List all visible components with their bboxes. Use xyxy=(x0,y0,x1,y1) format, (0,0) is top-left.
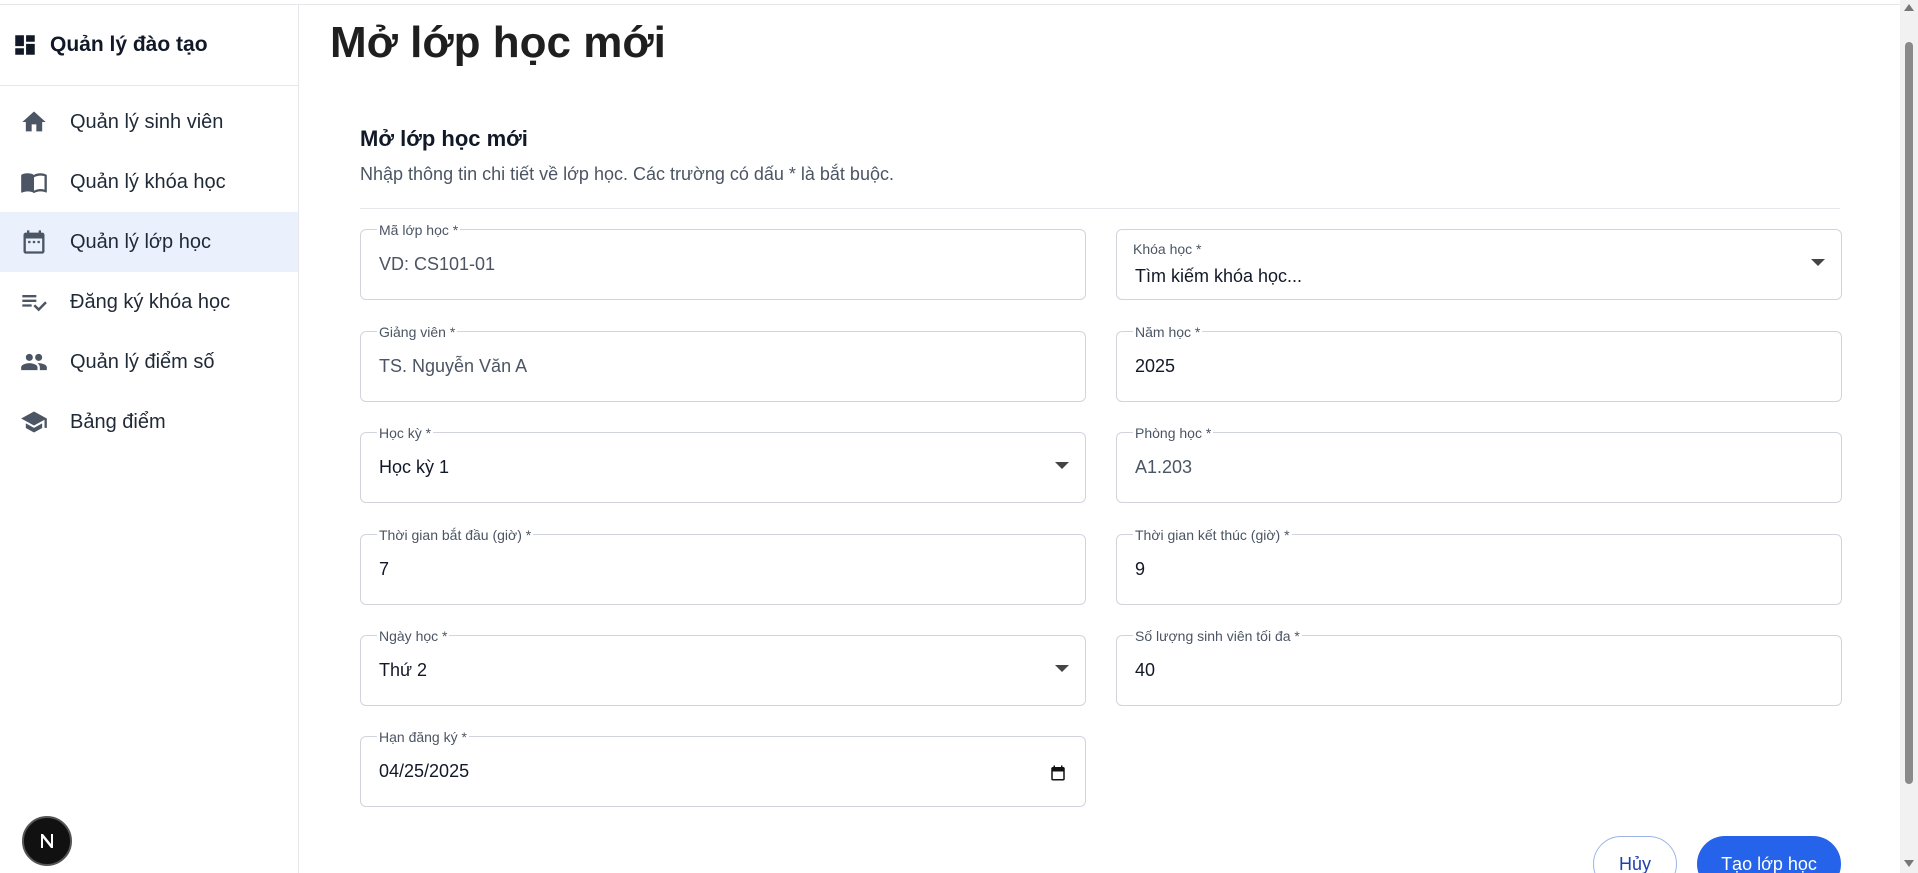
start-time-field[interactable]: Thời gian bắt đầu (giờ) * 7 xyxy=(360,527,1086,605)
field-label: Thời gian kết thúc (giờ) * xyxy=(1133,527,1292,543)
form-description: Nhập thông tin chi tiết về lớp học. Các … xyxy=(360,164,894,184)
field-label: Số lượng sinh viên tối đa * xyxy=(1133,628,1302,644)
deadline-date-field[interactable]: Hạn đăng ký * 04/25/2025 xyxy=(360,729,1086,807)
class-code-field[interactable]: Mã lớp học * VD: CS101-01 xyxy=(360,222,1086,300)
form-title: Mở lớp học mới xyxy=(360,126,528,151)
devtools-badge[interactable] xyxy=(22,816,72,866)
year-value: 2025 xyxy=(1135,356,1176,376)
sidebar: Quản lý đào tạo Quản lý sinh viên Quản l… xyxy=(0,5,299,873)
field-label: Thời gian bắt đầu (giờ) * xyxy=(377,527,534,543)
sidebar-brand[interactable]: Quản lý đào tạo xyxy=(0,5,298,86)
field-label: Ngày học * xyxy=(377,628,450,644)
semester-value: Học kỳ 1 xyxy=(379,457,450,477)
start-time-value: 7 xyxy=(379,559,390,579)
home-icon xyxy=(20,108,48,136)
chevron-down-icon xyxy=(1055,462,1069,469)
field-label: Hạn đăng ký * xyxy=(377,729,469,745)
divider xyxy=(360,208,1840,209)
year-field[interactable]: Năm học * 2025 xyxy=(1116,324,1842,402)
sidebar-item-students[interactable]: Quản lý sinh viên xyxy=(0,92,298,152)
chevron-down-icon xyxy=(1055,665,1069,672)
sidebar-item-grades[interactable]: Quản lý điểm số xyxy=(0,332,298,392)
field-label: Mã lớp học * xyxy=(377,222,461,238)
course-search-placeholder: Tìm kiếm khóa học... xyxy=(1135,266,1303,286)
calendar-icon xyxy=(20,228,48,256)
scroll-down-arrow-icon[interactable] xyxy=(1904,860,1914,867)
sidebar-item-label: Quản lý khóa học xyxy=(70,170,226,193)
sidebar-item-transcript[interactable]: Bảng điểm xyxy=(0,392,298,452)
field-label: Năm học * xyxy=(1133,324,1203,340)
create-class-button[interactable]: Tạo lớp học xyxy=(1697,836,1841,873)
day-select[interactable]: Ngày học * Thứ 2 xyxy=(360,628,1086,706)
dashboard-icon xyxy=(12,32,38,58)
sidebar-item-label: Quản lý điểm số xyxy=(70,350,215,373)
course-search-field[interactable]: Khóa học * Tìm kiếm khóa học... xyxy=(1116,229,1842,300)
max-students-value: 40 xyxy=(1135,660,1156,680)
lecturer-field[interactable]: Giảng viên * TS. Nguyễn Văn A xyxy=(360,324,1086,402)
field-label: Học kỳ * xyxy=(377,425,434,441)
sidebar-item-classes[interactable]: Quản lý lớp học xyxy=(0,212,298,272)
field-label: Khóa học * xyxy=(1133,241,1202,257)
end-time-value: 9 xyxy=(1135,559,1146,579)
day-value: Thứ 2 xyxy=(379,660,428,680)
semester-select[interactable]: Học kỳ * Học kỳ 1 xyxy=(360,425,1086,503)
sidebar-nav: Quản lý sinh viên Quản lý khóa học Quản … xyxy=(0,86,298,452)
lecturer-placeholder: TS. Nguyễn Văn A xyxy=(379,356,528,376)
room-field[interactable]: Phòng học * A1.203 xyxy=(1116,425,1842,503)
sidebar-item-courses[interactable]: Quản lý khóa học xyxy=(0,152,298,212)
people-icon xyxy=(20,348,48,376)
sidebar-item-label: Quản lý lớp học xyxy=(70,230,211,253)
sidebar-item-label: Đăng ký khóa học xyxy=(70,290,231,313)
deadline-value: 04/25/2025 xyxy=(379,761,470,781)
class-code-placeholder: VD: CS101-01 xyxy=(379,254,496,274)
sidebar-item-label: Bảng điểm xyxy=(70,410,166,433)
graduation-cap-icon xyxy=(20,408,48,436)
sidebar-item-registration[interactable]: Đăng ký khóa học xyxy=(0,272,298,332)
field-label: Phòng học * xyxy=(1133,425,1214,441)
cancel-button[interactable]: Hủy xyxy=(1593,836,1677,873)
calendar-picker-icon[interactable] xyxy=(1049,764,1067,787)
max-students-field[interactable]: Số lượng sinh viên tối đa * 40 xyxy=(1116,628,1842,706)
page-title: Mở lớp học mới xyxy=(330,18,666,67)
n-logo-icon xyxy=(41,834,53,848)
scroll-up-arrow-icon[interactable] xyxy=(1904,4,1914,11)
brand-title: Quản lý đào tạo xyxy=(50,33,208,56)
room-placeholder: A1.203 xyxy=(1135,457,1193,477)
book-icon xyxy=(20,168,48,196)
end-time-field[interactable]: Thời gian kết thúc (giờ) * 9 xyxy=(1116,527,1842,605)
vertical-scrollbar[interactable] xyxy=(1900,0,1918,873)
field-label: Giảng viên * xyxy=(377,324,458,340)
chevron-down-icon[interactable] xyxy=(1811,259,1825,266)
scroll-thumb[interactable] xyxy=(1905,42,1913,784)
playlist-check-icon xyxy=(20,288,48,316)
sidebar-item-label: Quản lý sinh viên xyxy=(70,110,224,133)
